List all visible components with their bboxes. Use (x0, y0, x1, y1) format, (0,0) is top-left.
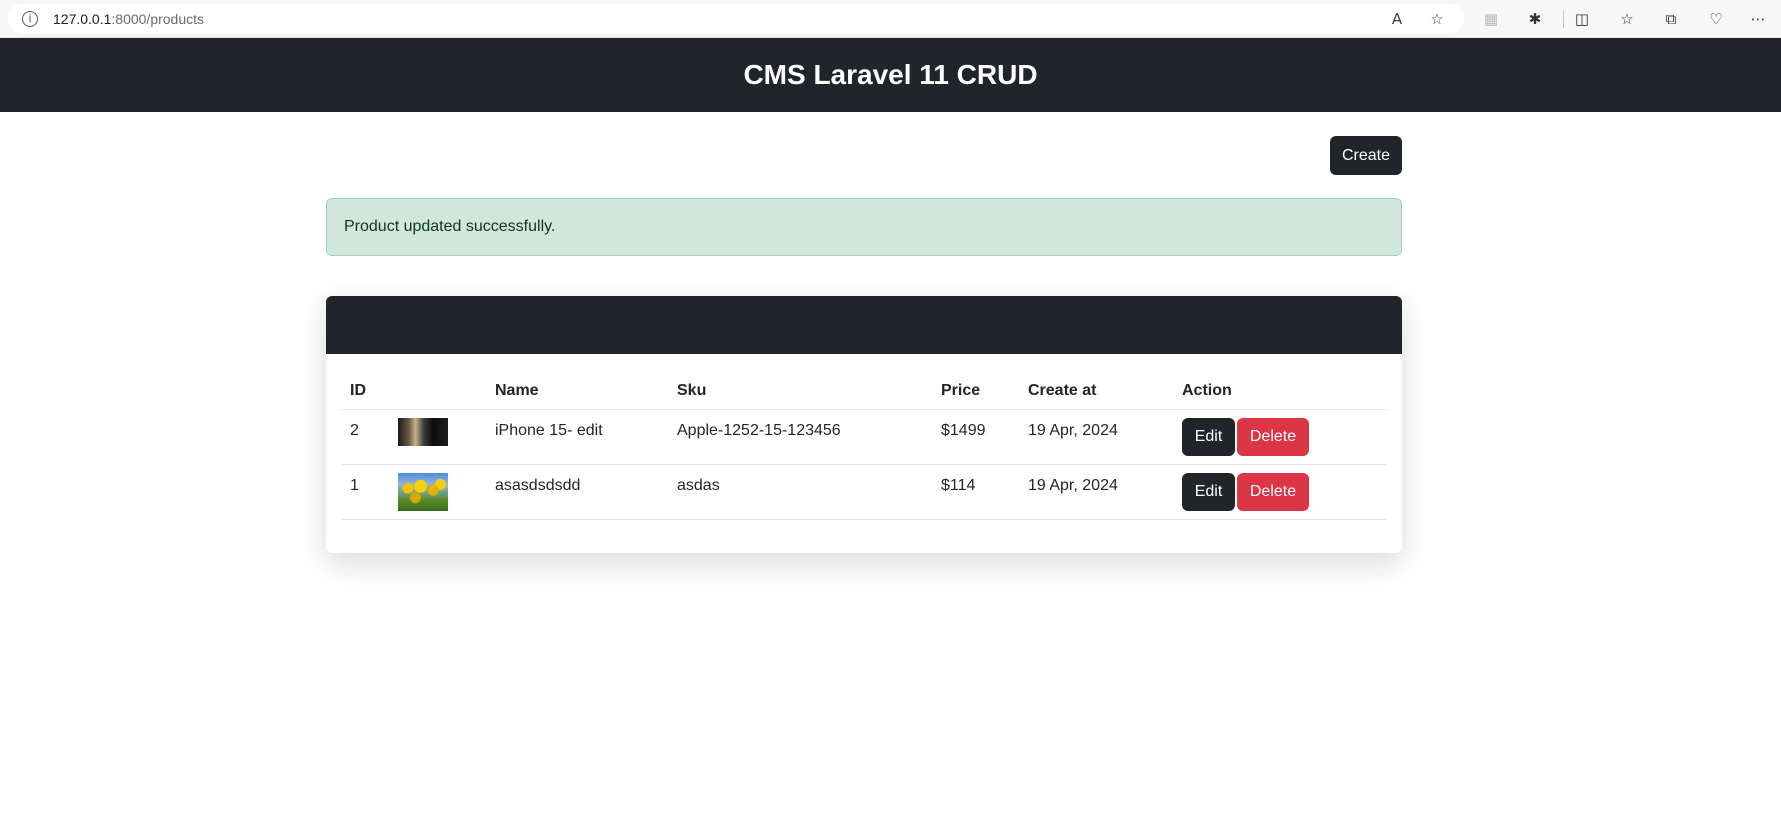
url-text[interactable]: 127.0.0.1:8000/products (53, 11, 204, 27)
puzzle-icon[interactable]: ✱ (1525, 9, 1545, 29)
edit-button[interactable]: Edit (1182, 473, 1235, 511)
column-header-name: Name (487, 370, 669, 410)
address-bar[interactable]: i 127.0.0.1:8000/products A ☆ (8, 4, 1464, 34)
cell-price: $114 (933, 464, 1020, 520)
alert-message: Product updated successfully. (344, 218, 556, 235)
cell-sku: asdas (669, 464, 933, 520)
cell-sku: Apple-1252-15-123456 (669, 409, 933, 465)
toolbar-divider (1563, 10, 1564, 28)
performance-icon[interactable]: ♡ (1706, 9, 1726, 29)
cell-id: 1 (342, 464, 390, 520)
products-table: ID Name Sku Price Create at Action 2 iPh… (342, 370, 1386, 520)
cell-image (390, 409, 487, 465)
site-header: CMS Laravel 11 CRUD (0, 38, 1781, 112)
column-header-id: ID (342, 370, 390, 410)
more-icon[interactable]: ⋯ (1748, 9, 1768, 29)
edit-button[interactable]: Edit (1182, 418, 1235, 456)
extension-icon[interactable]: ▦ (1481, 9, 1501, 29)
info-icon[interactable]: i (22, 11, 38, 27)
table-row: 1 asasdsdsdd asdas $114 19 Apr, 2024 Edi… (342, 464, 1386, 520)
cell-created: 19 Apr, 2024 (1020, 464, 1174, 520)
table-row: 2 iPhone 15- edit Apple-1252-15-123456 $… (342, 409, 1386, 465)
card-body: ID Name Sku Price Create at Action 2 iPh… (326, 354, 1402, 520)
favorites-icon[interactable]: ☆ (1617, 9, 1637, 29)
collections-icon[interactable]: ⧉ (1661, 9, 1681, 29)
table-header-row: ID Name Sku Price Create at Action (342, 370, 1386, 410)
column-header-created: Create at (1020, 370, 1174, 410)
cell-id: 2 (342, 409, 390, 465)
page-title: CMS Laravel 11 CRUD (743, 59, 1038, 90)
card-header (326, 296, 1402, 354)
delete-button[interactable]: Delete (1237, 473, 1309, 511)
product-thumbnail (398, 473, 448, 511)
column-header-image (390, 370, 487, 410)
cell-price: $1499 (933, 409, 1020, 465)
cell-created: 19 Apr, 2024 (1020, 409, 1174, 465)
column-header-sku: Sku (669, 370, 933, 410)
split-screen-icon[interactable]: ◫ (1572, 9, 1592, 29)
favorite-star-icon[interactable]: ☆ (1428, 10, 1446, 28)
products-card: ID Name Sku Price Create at Action 2 iPh… (326, 296, 1402, 553)
cell-name: asasdsdsdd (487, 464, 669, 520)
delete-button[interactable]: Delete (1237, 418, 1309, 456)
read-aloud-icon[interactable]: A (1388, 10, 1406, 28)
cell-actions: Edit Delete (1174, 464, 1386, 520)
product-thumbnail (398, 418, 448, 446)
cell-actions: Edit Delete (1174, 409, 1386, 465)
success-alert: Product updated successfully. (326, 198, 1402, 256)
cell-name: iPhone 15- edit (487, 409, 669, 465)
create-button[interactable]: Create (1330, 136, 1402, 175)
cell-image (390, 464, 487, 520)
browser-toolbar: i 127.0.0.1:8000/products A ☆ ▦ ✱ ◫ ☆ ⧉ … (0, 0, 1781, 38)
column-header-price: Price (933, 370, 1020, 410)
column-header-action: Action (1174, 370, 1386, 410)
